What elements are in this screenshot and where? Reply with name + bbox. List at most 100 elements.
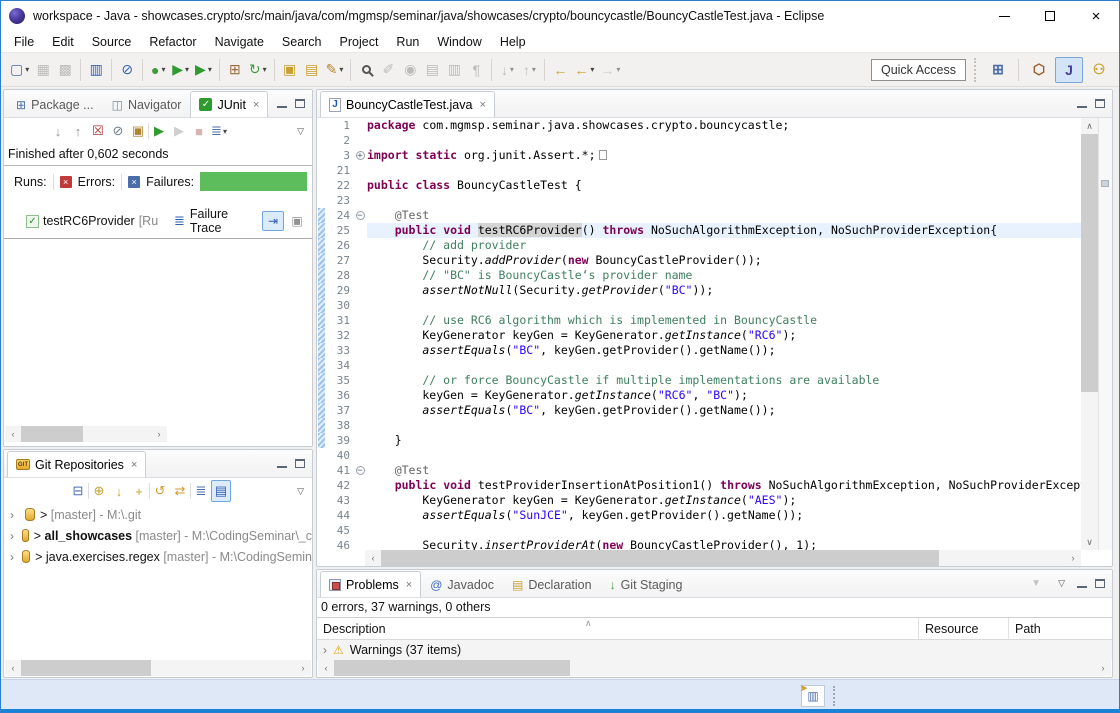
statusbar-console-icon[interactable]: ▥➤	[801, 685, 825, 707]
coverage-button[interactable]: ▶▾	[192, 58, 215, 82]
code-line[interactable]: 35 // or force BouncyCastle if multiple …	[318, 373, 1081, 388]
code-line[interactable]: 37 assertEquals("BC", keyGen.getProvider…	[318, 403, 1081, 418]
last-edit-location-button[interactable]: ←	[549, 58, 571, 82]
fold-expand-icon[interactable]: +	[356, 151, 365, 160]
search-button[interactable]	[355, 58, 377, 82]
fold-collapse-icon[interactable]: −	[356, 466, 365, 475]
scroll-left-arrow[interactable]: ‹	[365, 550, 381, 566]
compare-result-button[interactable]: ▣	[286, 211, 308, 231]
rerun-test-button[interactable]: ▶	[149, 120, 169, 142]
menu-source[interactable]: Source	[83, 33, 141, 51]
code-line[interactable]: 22public class BouncyCastleTest {	[318, 178, 1081, 193]
code-line[interactable]: 28 // "BC" is BouncyCastle‘s provider na…	[318, 268, 1081, 283]
junit-test-item[interactable]: testRC6Provider [Ru	[4, 205, 170, 239]
code-line[interactable]: 21	[318, 163, 1081, 178]
expand-chevron-icon[interactable]: ›	[323, 643, 327, 657]
quick-access-box[interactable]: Quick Access	[871, 59, 966, 81]
code-line[interactable]: 31 // use RC6 algorithm which is impleme…	[318, 313, 1081, 328]
column-description[interactable]: Description ∧	[317, 622, 918, 636]
close-tab-icon[interactable]: ×	[131, 459, 137, 471]
tab-git-repositories[interactable]: Git Repositories ×	[7, 451, 146, 477]
minimize-view-button[interactable]	[277, 99, 287, 108]
next-annotation-button[interactable]: ↓▾	[496, 58, 518, 82]
perspective-git-button[interactable]: ⬡	[1025, 57, 1053, 83]
tab-navigator[interactable]: ◫Navigator	[103, 91, 191, 117]
menu-window[interactable]: Window	[428, 33, 490, 51]
overview-annotation-marker[interactable]	[1101, 180, 1109, 187]
fold-collapse-icon[interactable]: −	[356, 211, 365, 220]
column-path[interactable]: Path	[1008, 618, 1112, 639]
clone-repository-button[interactable]: ↓	[109, 480, 129, 502]
scrollbar-thumb[interactable]	[334, 660, 570, 676]
show-trace-in-console-button[interactable]: ⇥	[262, 211, 284, 231]
git-repository-row[interactable]: ›> all_showcases [master] - M:\CodingSem…	[4, 525, 312, 546]
new-java-project-button[interactable]: ⊞	[224, 58, 246, 82]
rerun-failed-first-button[interactable]: ▶	[169, 120, 189, 142]
fetch-push-button[interactable]: ⇄	[170, 480, 190, 502]
new-wizard-button[interactable]: ▢▾	[7, 58, 32, 82]
menu-navigate[interactable]: Navigate	[206, 33, 273, 51]
problems-hscrollbar[interactable]: ‹ ›	[318, 660, 1111, 676]
perspective-java-button[interactable]: J	[1055, 57, 1083, 83]
minimize-editor-button[interactable]	[1077, 99, 1087, 108]
show-source-button[interactable]: ▤	[421, 58, 443, 82]
git-repository-row[interactable]: ›> java.exercises.regex [master] - M:\Co…	[4, 546, 312, 567]
add-repository-button[interactable]: ⊕	[89, 480, 109, 502]
tab-git-staging[interactable]: ↓Git Staging	[601, 571, 692, 597]
format-button[interactable]: ✐	[377, 58, 399, 82]
test-run-history-button[interactable]: ≣▾	[209, 120, 229, 142]
back-button[interactable]: ←▾	[571, 58, 597, 82]
code-line[interactable]: 43 KeyGenerator keyGen = KeyGenerator.ge…	[318, 493, 1081, 508]
column-resource[interactable]: Resource	[918, 618, 1008, 639]
scroll-right-arrow[interactable]: ›	[295, 660, 311, 676]
scrollbar-thumb[interactable]	[381, 550, 939, 566]
annotate-button[interactable]: ✎▾	[323, 58, 347, 82]
run-button[interactable]: ▶▾	[169, 58, 192, 82]
save-button[interactable]: ▦	[32, 58, 54, 82]
show-whitespace-button[interactable]: ¶	[465, 58, 487, 82]
menu-file[interactable]: File	[5, 33, 43, 51]
show-outline-button[interactable]: ▥	[443, 58, 465, 82]
close-window-button[interactable]: ×	[1073, 1, 1119, 31]
scroll-right-arrow[interactable]: ›	[1065, 550, 1081, 566]
code-line[interactable]: 33 assertEquals("BC", keyGen.getProvider…	[318, 343, 1081, 358]
maximize-editor-button[interactable]	[1095, 99, 1105, 108]
menu-run[interactable]: Run	[387, 33, 428, 51]
tab-javadoc[interactable]: @Javadoc	[421, 571, 503, 597]
filter-icon[interactable]: ▼	[1026, 573, 1046, 595]
scroll-right-arrow[interactable]: ›	[151, 426, 167, 442]
collapse-all-button[interactable]: ⊟	[68, 480, 88, 502]
menu-refactor[interactable]: Refactor	[140, 33, 205, 51]
menu-help[interactable]: Help	[491, 33, 535, 51]
link-with-editor-button[interactable]: ▤	[211, 480, 231, 502]
expand-chevron-icon[interactable]: ›	[10, 508, 20, 522]
open-resource-button[interactable]: ▤	[301, 58, 323, 82]
scroll-up-arrow[interactable]: ∧	[1082, 118, 1098, 134]
previous-annotation-button[interactable]: ↑▾	[518, 58, 540, 82]
code-line[interactable]: 36 keyGen = KeyGenerator.getInstance("RC…	[318, 388, 1081, 403]
code-line[interactable]: 45	[318, 523, 1081, 538]
scroll-left-arrow[interactable]: ‹	[5, 426, 21, 442]
git-hscrollbar[interactable]: ‹ ›	[5, 660, 311, 676]
next-failed-test-button[interactable]: ↓	[48, 120, 68, 142]
editor-vscrollbar[interactable]: ∧ ∨	[1081, 118, 1098, 550]
tab-declaration[interactable]: ▤Declaration	[503, 571, 601, 597]
view-menu-icon[interactable]: ▽	[1054, 578, 1069, 589]
console-button[interactable]: ▥	[85, 58, 107, 82]
tab-problems[interactable]: Problems×	[320, 571, 421, 597]
code-line[interactable]: 32 KeyGenerator keyGen = KeyGenerator.ge…	[318, 328, 1081, 343]
maximize-window-button[interactable]	[1027, 1, 1073, 31]
previous-failed-test-button[interactable]: ↑	[68, 120, 88, 142]
folded-region-icon[interactable]	[599, 150, 607, 160]
hierarchy-layout-button[interactable]: ≣	[191, 480, 211, 502]
tab-bouncycastletest-java[interactable]: BouncyCastleTest.java ×	[320, 91, 495, 117]
scroll-down-arrow[interactable]: ∨	[1082, 534, 1098, 550]
scrollbar-thumb[interactable]	[1081, 134, 1098, 392]
close-tab-icon[interactable]: ×	[406, 579, 412, 591]
code-line[interactable]: 44 assertEquals("SunJCE", keyGen.getProv…	[318, 508, 1081, 523]
show-skipped-only-button[interactable]: ⊘	[108, 120, 128, 142]
code-line[interactable]: 29 assertNotNull(Security.getProvider("B…	[318, 283, 1081, 298]
code-line[interactable]: 27 Security.addProvider(new BouncyCastle…	[318, 253, 1081, 268]
reload-button[interactable]: ↺	[150, 480, 170, 502]
skip-breakpoints-button[interactable]: ⊘	[116, 58, 138, 82]
